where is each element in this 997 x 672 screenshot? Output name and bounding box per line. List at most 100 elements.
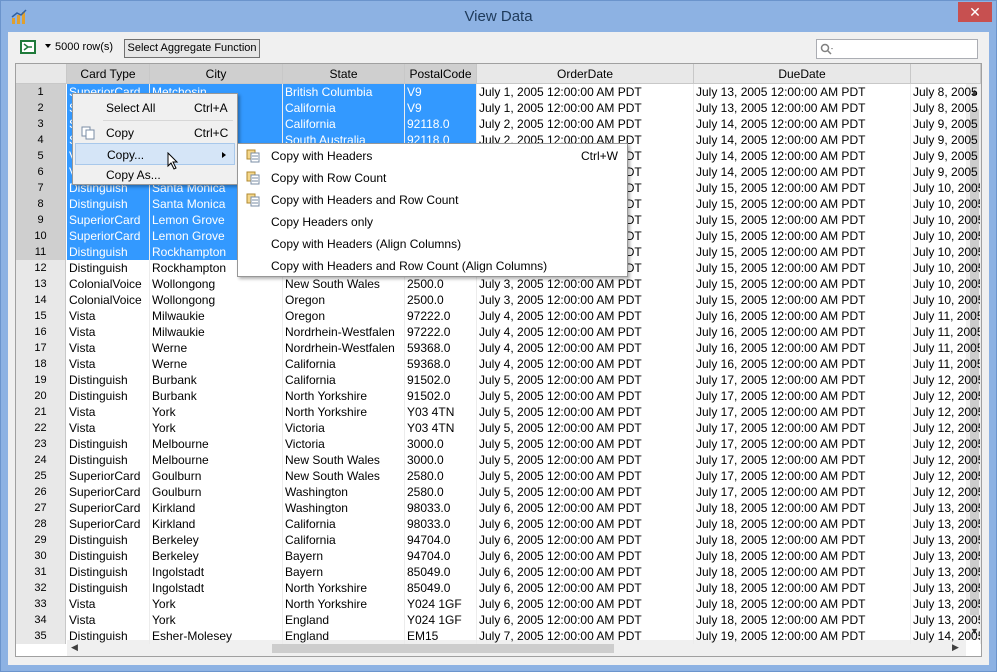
cell-postal-code[interactable]: 91502.0 <box>405 388 477 404</box>
row-header[interactable]: 10 <box>16 228 66 244</box>
cell-postal-code[interactable]: 2580.0 <box>405 484 477 500</box>
cell-order-date[interactable]: July 6, 2005 12:00:00 AM PDT <box>477 580 694 596</box>
cell-ship-date[interactable]: July 13, 2005 <box>911 500 981 516</box>
row-header[interactable]: 29 <box>16 532 66 548</box>
cell-city[interactable]: Goulburn <box>150 484 283 500</box>
cell-order-date[interactable]: July 7, 2005 12:00:00 AM PDT <box>477 628 694 644</box>
column-header-due-date[interactable]: DueDate <box>694 64 911 84</box>
cell-state[interactable]: Bayern <box>283 564 405 580</box>
cell-state[interactable]: England <box>283 628 405 644</box>
cell-city[interactable]: Esher-Molesey <box>150 628 283 644</box>
export-excel-icon[interactable] <box>20 40 36 54</box>
cell-card-type[interactable]: Distinguish <box>67 436 150 452</box>
cell-state[interactable]: North Yorkshire <box>283 596 405 612</box>
cell-postal-code[interactable]: 92118.0 <box>405 116 477 132</box>
cell-ship-date[interactable]: July 13, 2005 <box>911 548 981 564</box>
cell-postal-code[interactable]: 94704.0 <box>405 532 477 548</box>
row-header[interactable]: 11 <box>16 244 66 260</box>
row-header[interactable]: 12 <box>16 260 66 276</box>
cell-postal-code[interactable]: 2580.0 <box>405 468 477 484</box>
cell-ship-date[interactable]: July 10, 2005 <box>911 212 981 228</box>
cell-ship-date[interactable]: July 14, 2005 <box>911 628 981 644</box>
cell-ship-date[interactable]: July 12, 2005 <box>911 468 981 484</box>
cell-due-date[interactable]: July 14, 2005 12:00:00 AM PDT <box>694 132 911 148</box>
cell-state[interactable]: California <box>283 372 405 388</box>
cell-state[interactable]: Oregon <box>283 292 405 308</box>
cell-ship-date[interactable]: July 13, 2005 <box>911 612 981 628</box>
column-header-order-date[interactable]: OrderDate <box>477 64 694 84</box>
cell-card-type[interactable]: SuperiorCard <box>67 468 150 484</box>
cell-card-type[interactable]: SuperiorCard <box>67 484 150 500</box>
cell-due-date[interactable]: July 15, 2005 12:00:00 AM PDT <box>694 292 911 308</box>
cell-postal-code[interactable]: Y024 1GF <box>405 612 477 628</box>
row-header[interactable]: 27 <box>16 500 66 516</box>
cell-ship-date[interactable]: July 13, 2005 <box>911 596 981 612</box>
cell-state[interactable]: North Yorkshire <box>283 404 405 420</box>
cell-postal-code[interactable]: 3000.0 <box>405 452 477 468</box>
cell-ship-date[interactable]: July 9, 2005 <box>911 132 981 148</box>
cell-city[interactable]: Milwaukie <box>150 324 283 340</box>
cell-order-date[interactable]: July 4, 2005 12:00:00 AM PDT <box>477 356 694 372</box>
cell-postal-code[interactable]: 91502.0 <box>405 372 477 388</box>
cell-city[interactable]: Milwaukie <box>150 308 283 324</box>
cell-ship-date[interactable]: July 9, 2005 <box>911 148 981 164</box>
cell-postal-code[interactable]: 98033.0 <box>405 500 477 516</box>
cell-state[interactable]: British Columbia <box>283 84 405 100</box>
cell-order-date[interactable]: July 6, 2005 12:00:00 AM PDT <box>477 500 694 516</box>
cell-ship-date[interactable]: July 11, 2005 <box>911 340 981 356</box>
cell-ship-date[interactable]: July 12, 2005 <box>911 420 981 436</box>
cell-order-date[interactable]: July 1, 2005 12:00:00 AM PDT <box>477 84 694 100</box>
cell-postal-code[interactable]: 59368.0 <box>405 356 477 372</box>
cell-order-date[interactable]: July 3, 2005 12:00:00 AM PDT <box>477 292 694 308</box>
cell-card-type[interactable]: Distinguish <box>67 532 150 548</box>
cell-city[interactable]: Wollongong <box>150 276 283 292</box>
row-header[interactable]: 21 <box>16 404 66 420</box>
cell-ship-date[interactable]: July 10, 2005 <box>911 244 981 260</box>
cell-ship-date[interactable]: July 10, 2005 <box>911 196 981 212</box>
cell-due-date[interactable]: July 17, 2005 12:00:00 AM PDT <box>694 420 911 436</box>
cell-card-type[interactable]: Distinguish <box>67 564 150 580</box>
row-header[interactable]: 33 <box>16 596 66 612</box>
cell-city[interactable]: Melbourne <box>150 452 283 468</box>
cell-state[interactable]: Washington <box>283 500 405 516</box>
cell-order-date[interactable]: July 6, 2005 12:00:00 AM PDT <box>477 612 694 628</box>
cell-due-date[interactable]: July 18, 2005 12:00:00 AM PDT <box>694 516 911 532</box>
cell-order-date[interactable]: July 5, 2005 12:00:00 AM PDT <box>477 372 694 388</box>
cell-order-date[interactable]: July 5, 2005 12:00:00 AM PDT <box>477 436 694 452</box>
cell-due-date[interactable]: July 18, 2005 12:00:00 AM PDT <box>694 548 911 564</box>
cell-state[interactable]: Bayern <box>283 548 405 564</box>
cell-state[interactable]: Nordrhein-Westfalen <box>283 340 405 356</box>
cell-state[interactable]: Victoria <box>283 436 405 452</box>
cell-city[interactable]: York <box>150 420 283 436</box>
cell-card-type[interactable]: Distinguish <box>67 196 150 212</box>
row-header[interactable]: 1 <box>16 84 66 100</box>
cell-card-type[interactable]: Distinguish <box>67 548 150 564</box>
cell-state[interactable]: Victoria <box>283 420 405 436</box>
cell-state[interactable]: California <box>283 516 405 532</box>
cell-city[interactable]: Melbourne <box>150 436 283 452</box>
cell-postal-code[interactable]: Y03 4TN <box>405 404 477 420</box>
cell-card-type[interactable]: SuperiorCard <box>67 212 150 228</box>
cell-ship-date[interactable]: July 9, 2005 <box>911 164 981 180</box>
cell-state[interactable]: California <box>283 532 405 548</box>
cell-order-date[interactable]: July 4, 2005 12:00:00 AM PDT <box>477 324 694 340</box>
cell-order-date[interactable]: July 4, 2005 12:00:00 AM PDT <box>477 308 694 324</box>
cell-due-date[interactable]: July 15, 2005 12:00:00 AM PDT <box>694 180 911 196</box>
row-header[interactable]: 15 <box>16 308 66 324</box>
menu-item-copy-as[interactable]: Copy As... <box>75 164 235 186</box>
row-header[interactable]: 5 <box>16 148 66 164</box>
row-header[interactable]: 16 <box>16 324 66 340</box>
cell-due-date[interactable]: July 15, 2005 12:00:00 AM PDT <box>694 260 911 276</box>
cell-order-date[interactable]: July 5, 2005 12:00:00 AM PDT <box>477 388 694 404</box>
row-header[interactable]: 7 <box>16 180 66 196</box>
cell-ship-date[interactable]: July 13, 2005 <box>911 516 981 532</box>
cell-card-type[interactable]: Vista <box>67 356 150 372</box>
cell-card-type[interactable]: Vista <box>67 324 150 340</box>
cell-city[interactable]: Werne <box>150 340 283 356</box>
row-header[interactable]: 18 <box>16 356 66 372</box>
cell-card-type[interactable]: Distinguish <box>67 452 150 468</box>
cell-state[interactable]: New South Wales <box>283 452 405 468</box>
cell-ship-date[interactable]: July 10, 2005 <box>911 276 981 292</box>
column-header-city[interactable]: City <box>150 64 283 84</box>
row-header[interactable]: 24 <box>16 452 66 468</box>
